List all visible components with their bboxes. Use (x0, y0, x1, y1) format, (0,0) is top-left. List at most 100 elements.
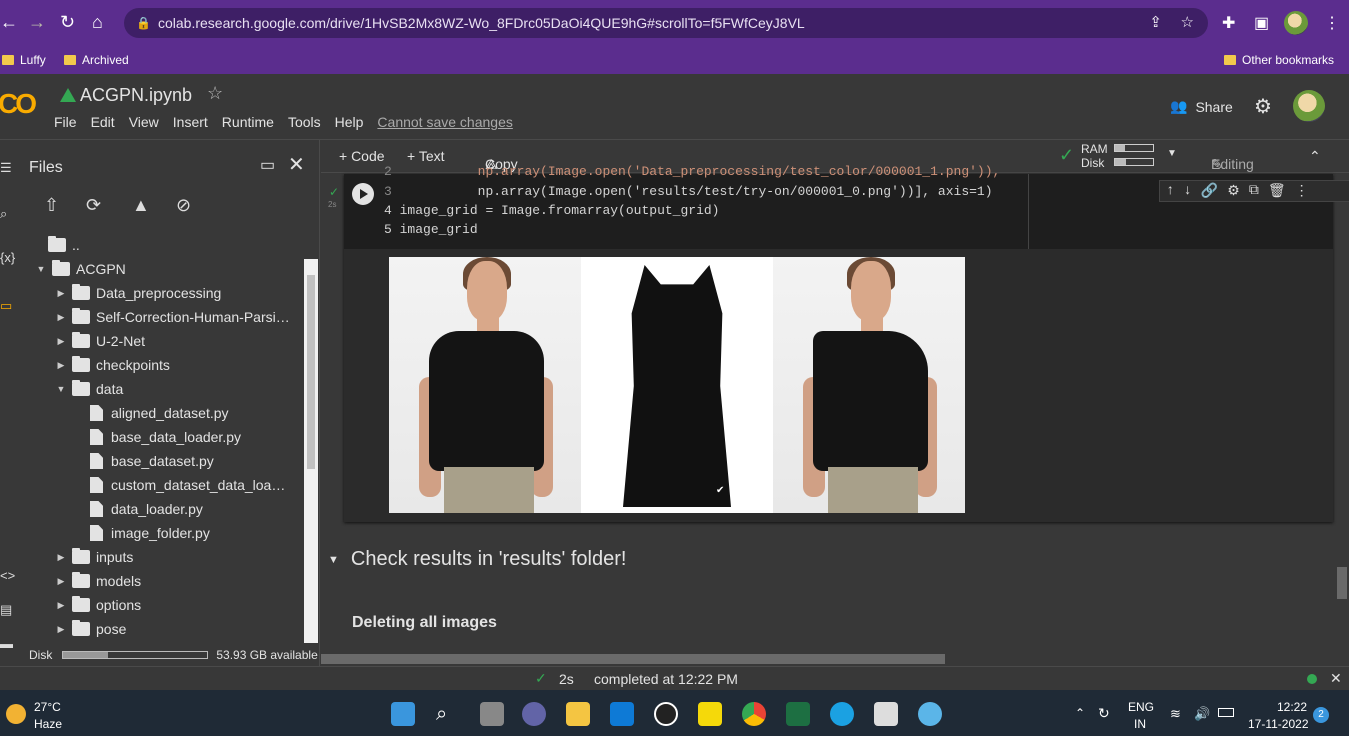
battery-icon[interactable] (1218, 708, 1234, 717)
toc-icon[interactable]: ☰ (0, 160, 12, 176)
search-icon[interactable]: ⌕ (0, 206, 7, 222)
move-up-icon[interactable]: ↑ (1166, 183, 1174, 199)
snipping-tool-icon[interactable] (874, 702, 898, 726)
folder-item[interactable]: ▼ ACGPN (34, 257, 126, 281)
caret-right-icon[interactable]: ▶ (54, 593, 68, 617)
caret-right-icon[interactable]: ▶ (54, 329, 68, 353)
cell-settings-icon[interactable]: ⚙ (1227, 183, 1240, 200)
folder-item[interactable]: ▶ checkpoints (54, 353, 170, 377)
search-icon[interactable]: ⌕ (436, 702, 460, 726)
wifi-icon[interactable]: ≋ (1170, 706, 1181, 722)
caret-down-icon[interactable]: ▼ (34, 257, 48, 281)
parent-dir-item[interactable]: .. (48, 233, 80, 257)
dell-icon[interactable] (654, 702, 678, 726)
app-icon[interactable] (918, 702, 942, 726)
profile-avatar[interactable] (1284, 11, 1308, 35)
caret-right-icon[interactable]: ▶ (54, 305, 68, 329)
home-icon[interactable]: ⌂ (92, 12, 103, 32)
menu-file[interactable]: File (54, 114, 77, 130)
file-item[interactable]: base_data_loader.py (90, 425, 241, 449)
close-icon[interactable]: ✕ (288, 152, 305, 177)
weather-desc[interactable]: Haze (34, 717, 62, 731)
folder-item[interactable]: ▶ options (54, 593, 141, 617)
collapse-icon[interactable]: ⌃ (1309, 148, 1321, 165)
add-code-button[interactable]: + Code (339, 148, 385, 164)
reload-icon[interactable]: ↻ (60, 12, 75, 32)
caret-right-icon[interactable]: ▶ (54, 281, 68, 305)
forward-icon[interactable]: → (28, 12, 46, 32)
weather-temp[interactable]: 27°C (34, 700, 61, 714)
menu-edit[interactable]: Edit (91, 114, 115, 130)
windows-start-icon[interactable] (391, 702, 415, 726)
colab-logo[interactable]: CO (0, 88, 37, 120)
move-down-icon[interactable]: ↓ (1183, 183, 1191, 199)
folder-item[interactable]: ▶ pose (54, 617, 126, 641)
cannot-save-link[interactable]: Cannot save changes (377, 114, 512, 130)
runtime-dropdown-icon[interactable]: ▼ (1167, 148, 1177, 159)
horizontal-scrollbar[interactable] (321, 654, 945, 664)
delete-icon[interactable]: 🗑 (1268, 183, 1286, 200)
run-cell-button[interactable] (352, 183, 374, 205)
edge-icon[interactable] (830, 702, 854, 726)
language[interactable]: ENG (1128, 700, 1154, 714)
link-icon[interactable]: 🔗 (1201, 183, 1218, 200)
mirror-cell-icon[interactable]: ⧉ (1249, 183, 1259, 199)
command-palette-icon[interactable]: ▤ (0, 602, 12, 618)
section-heading[interactable]: ▼ Check results in 'results' folder! (328, 548, 626, 571)
terminal-icon[interactable]: ▬ (0, 636, 13, 651)
clock-date[interactable]: 17-11-2022 (1248, 717, 1309, 731)
code-cell[interactable]: 2 np.array(Image.open('Data_preprocessin… (344, 164, 1349, 522)
menu-tools[interactable]: Tools (288, 114, 321, 130)
file-item[interactable]: aligned_dataset.py (90, 401, 229, 425)
more-icon[interactable]: ⋮ (1295, 183, 1309, 200)
code-editor[interactable]: 2 np.array(Image.open('Data_preprocessin… (344, 164, 1349, 249)
address-bar[interactable]: 🔒 colab.research.google.com/drive/1HvSB2… (124, 8, 1208, 38)
caret-right-icon[interactable]: ▶ (54, 353, 68, 377)
close-status-icon[interactable]: ✕ (1330, 670, 1342, 687)
store-icon[interactable] (610, 702, 634, 726)
scrollbar-thumb[interactable] (307, 275, 315, 469)
folder-item[interactable]: ▼ data (54, 377, 123, 401)
file-item[interactable]: data_loader.py (90, 497, 203, 521)
folder-item[interactable]: ▶ models (54, 569, 141, 593)
add-text-button[interactable]: + Text (407, 148, 445, 164)
hide-files-icon[interactable]: ⊘ (176, 195, 191, 216)
folder-item[interactable]: ▶ Data_preprocessing (54, 281, 221, 305)
task-view-icon[interactable] (480, 702, 504, 726)
caret-right-icon[interactable]: ▶ (54, 569, 68, 593)
back-icon[interactable]: ← (0, 12, 18, 32)
menu-help[interactable]: Help (335, 114, 364, 130)
file-item[interactable]: base_dataset.py (90, 449, 214, 473)
tray-chevron-icon[interactable]: ⌃ (1075, 706, 1085, 720)
caret-down-icon[interactable]: ▼ (328, 554, 339, 566)
notification-badge[interactable]: 2 (1313, 707, 1329, 723)
files-folder-icon[interactable]: ▭ (0, 298, 12, 314)
extensions-icon[interactable]: ✚ (1222, 13, 1235, 33)
dock-panel-icon[interactable]: ▭ (260, 155, 275, 175)
menu-view[interactable]: View (129, 114, 159, 130)
vertical-scrollbar[interactable] (1337, 567, 1347, 599)
folder-item[interactable]: ▶ U-2-Net (54, 329, 145, 353)
code-snippets-icon[interactable]: <> (0, 568, 15, 583)
notebook-title[interactable]: ACGPN.ipynb (80, 85, 192, 106)
share-page-icon[interactable]: ⇪ (1149, 8, 1162, 38)
caret-right-icon[interactable]: ▶ (54, 617, 68, 641)
sticky-notes-icon[interactable] (698, 702, 722, 726)
teams-icon[interactable] (522, 702, 546, 726)
caret-right-icon[interactable]: ▶ (54, 545, 68, 569)
settings-gear-icon[interactable]: ⚙ (1254, 94, 1272, 119)
kebab-menu-icon[interactable]: ⋮ (1324, 13, 1340, 33)
sync-icon[interactable]: ↻ (1098, 705, 1110, 722)
menu-insert[interactable]: Insert (173, 114, 208, 130)
bookmark-luffy[interactable]: Luffy (2, 53, 46, 67)
file-item[interactable]: custom_dataset_data_loa… (90, 473, 285, 497)
files-scrollbar[interactable] (304, 259, 318, 643)
mount-drive-icon[interactable]: ▲ (132, 195, 150, 216)
folder-item[interactable]: ▶ Self-Correction-Human-Parsi… (54, 305, 290, 329)
share-button[interactable]: 👥 Share (1170, 98, 1233, 115)
volume-icon[interactable]: 🔊 (1194, 706, 1210, 722)
bookmark-star-icon[interactable]: ☆ (1181, 8, 1194, 38)
menu-runtime[interactable]: Runtime (222, 114, 274, 130)
variables-icon[interactable]: {x} (0, 250, 15, 265)
other-bookmarks[interactable]: Other bookmarks (1224, 53, 1334, 67)
